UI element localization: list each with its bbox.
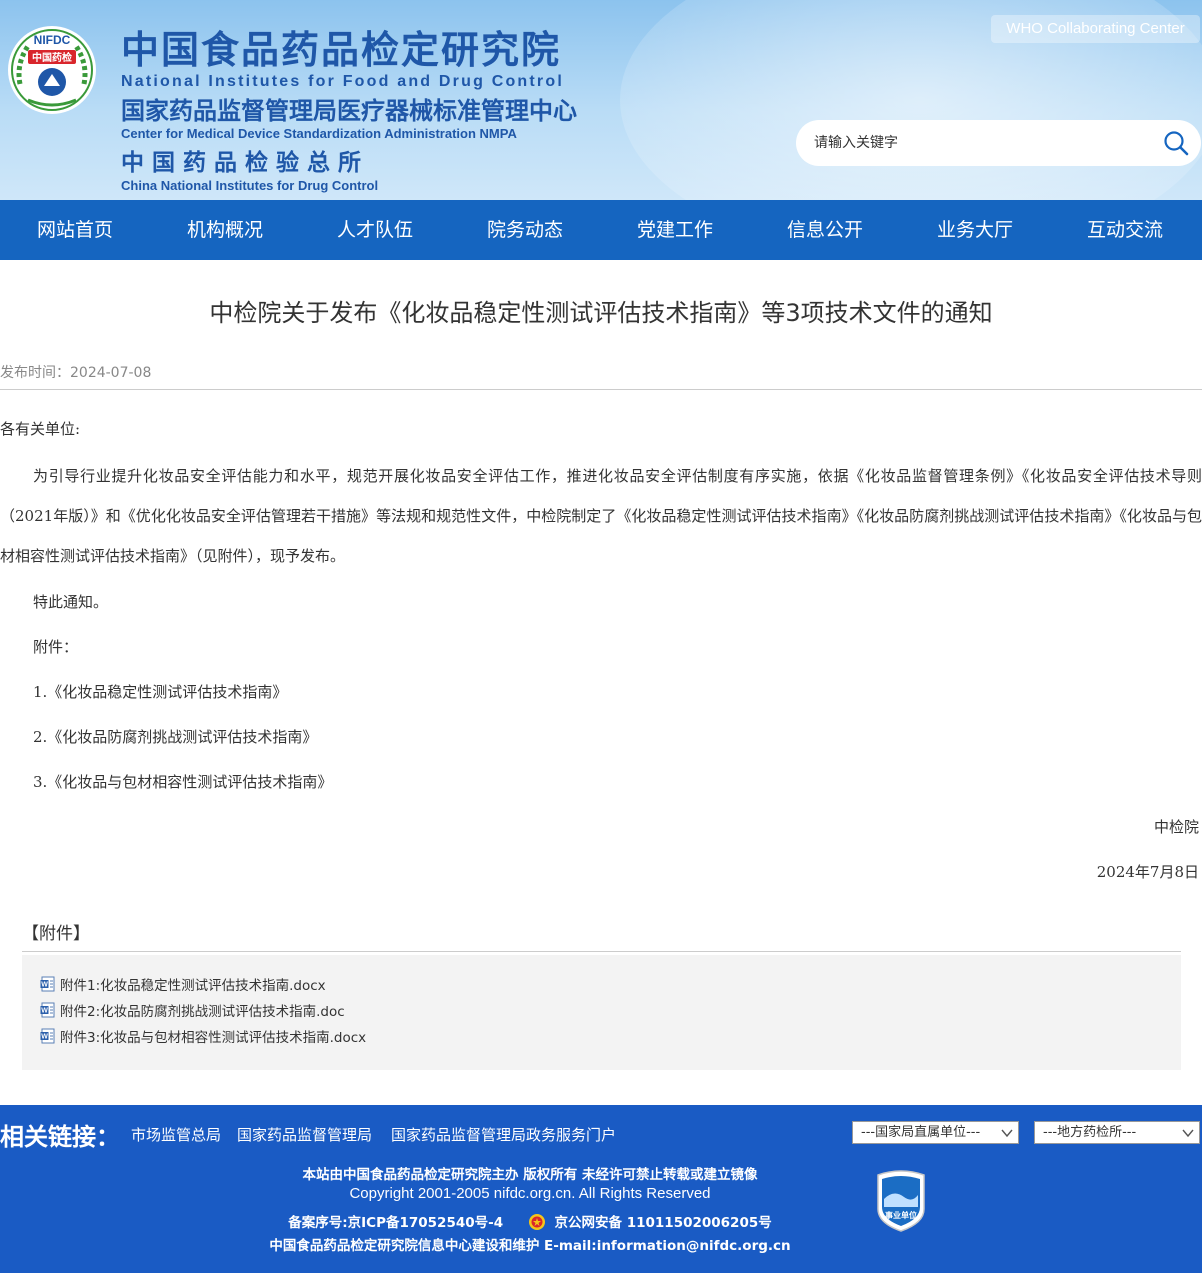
title-divider [0,389,1202,390]
attachment-label[interactable]: 附件3:化妆品与包材相容性测试评估技术指南.docx [60,1026,366,1046]
nav-about[interactable]: 机构概况 [150,200,300,260]
link-nmpa-portal[interactable]: 国家药品监督管理局政务服务门户 [391,1124,616,1145]
brand-block: 中国食品药品检定研究院 National Institutes for Food… [121,28,577,194]
nav-party[interactable]: 党建工作 [600,200,750,260]
svg-text:NIFDC: NIFDC [34,33,71,47]
word-doc-icon: W [40,1002,55,1018]
local-institutes-select-value: ---地方药检所--- [1043,1125,1137,1140]
chevron-down-icon [1182,1129,1194,1138]
publish-date: 发布时间：2024-07-08 [0,365,152,381]
footer-maintenance: 中国食品药品检定研究院信息中心建设和维护 E-mail:information@… [269,1238,791,1254]
main-nav: 网站首页 机构概况 人才队伍 院务动态 党建工作 信息公开 业务大厅 互动交流 [0,200,1202,260]
article-title: 中检院关于发布《化妆品稳定性测试评估技术指南》等3项技术文件的通知 [209,299,993,327]
chevron-down-icon [1001,1129,1013,1138]
attachments-heading: 【附件】 [22,924,90,944]
main-paragraph: 为引导行业提升化妆品安全评估能力和水平，规范开展化妆品安全评估工作，推进化妆品安… [0,467,1202,565]
attachments-divider [22,951,1181,952]
attachments-box: W 附件1:化妆品稳定性测试评估技术指南.docx W 附件2:化妆品防腐剂挑战… [22,955,1181,1070]
subtitle-cn: 国家药品监督管理局医疗器械标准管理中心 [121,97,577,125]
local-institutes-select[interactable]: ---地方药检所--- [1034,1121,1200,1144]
search-icon[interactable] [1163,130,1189,156]
attachment-list-item: 2.《化妆品防腐剂挑战测试评估技术指南》 [33,728,318,746]
attachment-link-2[interactable]: W 附件2:化妆品防腐剂挑战测试评估技术指南.doc [40,1000,345,1020]
nav-news[interactable]: 院务动态 [450,200,600,260]
link-nmpa[interactable]: 国家药品监督管理局 [237,1124,372,1145]
search-input[interactable] [814,130,1144,156]
nav-services[interactable]: 业务大厅 [900,200,1050,260]
nav-home[interactable]: 网站首页 [0,200,150,260]
police-emblem-icon [528,1214,545,1230]
site-title-en: National Institutes for Food and Drug Co… [121,73,564,90]
third-title-cn: 中国药品检验总所 [121,150,369,176]
link-samr[interactable]: 市场监管总局 [131,1124,221,1145]
svg-text:中国药检: 中国药检 [32,51,72,64]
nav-talent[interactable]: 人才队伍 [300,200,450,260]
subtitle-en: Center for Medical Device Standardizatio… [121,126,517,141]
signature: 中检院 [1153,818,1199,836]
svg-text:事业单位: 事业单位 [885,1210,917,1220]
site-footer: 相关链接： 市场监管总局 国家药品监督管理局 国家药品监督管理局政务服务门户 -… [0,1105,1202,1273]
third-title-en: China National Institutes for Drug Contr… [121,178,379,193]
attachment-label[interactable]: 附件1:化妆品稳定性测试评估技术指南.docx [60,974,326,994]
site-title-cn: 中国食品药品检定研究院 [121,28,562,72]
greeting: 各有关单位: [0,420,81,438]
public-institution-badge-icon[interactable]: 事业单位 [874,1169,928,1233]
attachment-link-3[interactable]: W 附件3:化妆品与包材相容性测试评估技术指南.docx [40,1026,366,1046]
attachment-link-1[interactable]: W 附件1:化妆品稳定性测试评估技术指南.docx [40,974,326,994]
svg-text:W: W [41,982,48,989]
related-links-label: 相关链接： [0,1123,120,1151]
word-doc-icon: W [40,1028,55,1044]
site-header: NIFDC 中国药检 中国食品药品检定研究院 National Institut… [0,0,1202,200]
attachment-list-item: 1.《化妆品稳定性测试评估技术指南》 [33,683,288,701]
attachments-label: 附件： [33,638,79,656]
nav-interaction[interactable]: 互动交流 [1050,200,1200,260]
svg-text:W: W [41,1034,48,1041]
sign-date: 2024年7月8日 [1096,863,1199,881]
direct-units-select-value: ---国家局直属单位--- [861,1125,981,1140]
nifdc-logo[interactable]: NIFDC 中国药检 [6,24,98,116]
svg-text:W: W [41,1008,48,1015]
icp-link[interactable]: 备案序号:京ICP备17052540号-4 [288,1215,503,1231]
search-box [796,120,1201,166]
nav-info-disclosure[interactable]: 信息公开 [750,200,900,260]
notice-line: 特此通知。 [33,593,109,611]
police-record-link[interactable]: 京公网安备 11011502006205号 [555,1215,772,1231]
direct-units-select[interactable]: ---国家局直属单位--- [852,1121,1019,1144]
word-doc-icon: W [40,976,55,992]
who-collaborating-center-link[interactable]: WHO Collaborating Center [991,15,1200,43]
attachment-label[interactable]: 附件2:化妆品防腐剂挑战测试评估技术指南.doc [60,1000,345,1020]
attachment-list-item: 3.《化妆品与包材相容性测试评估技术指南》 [33,773,333,791]
